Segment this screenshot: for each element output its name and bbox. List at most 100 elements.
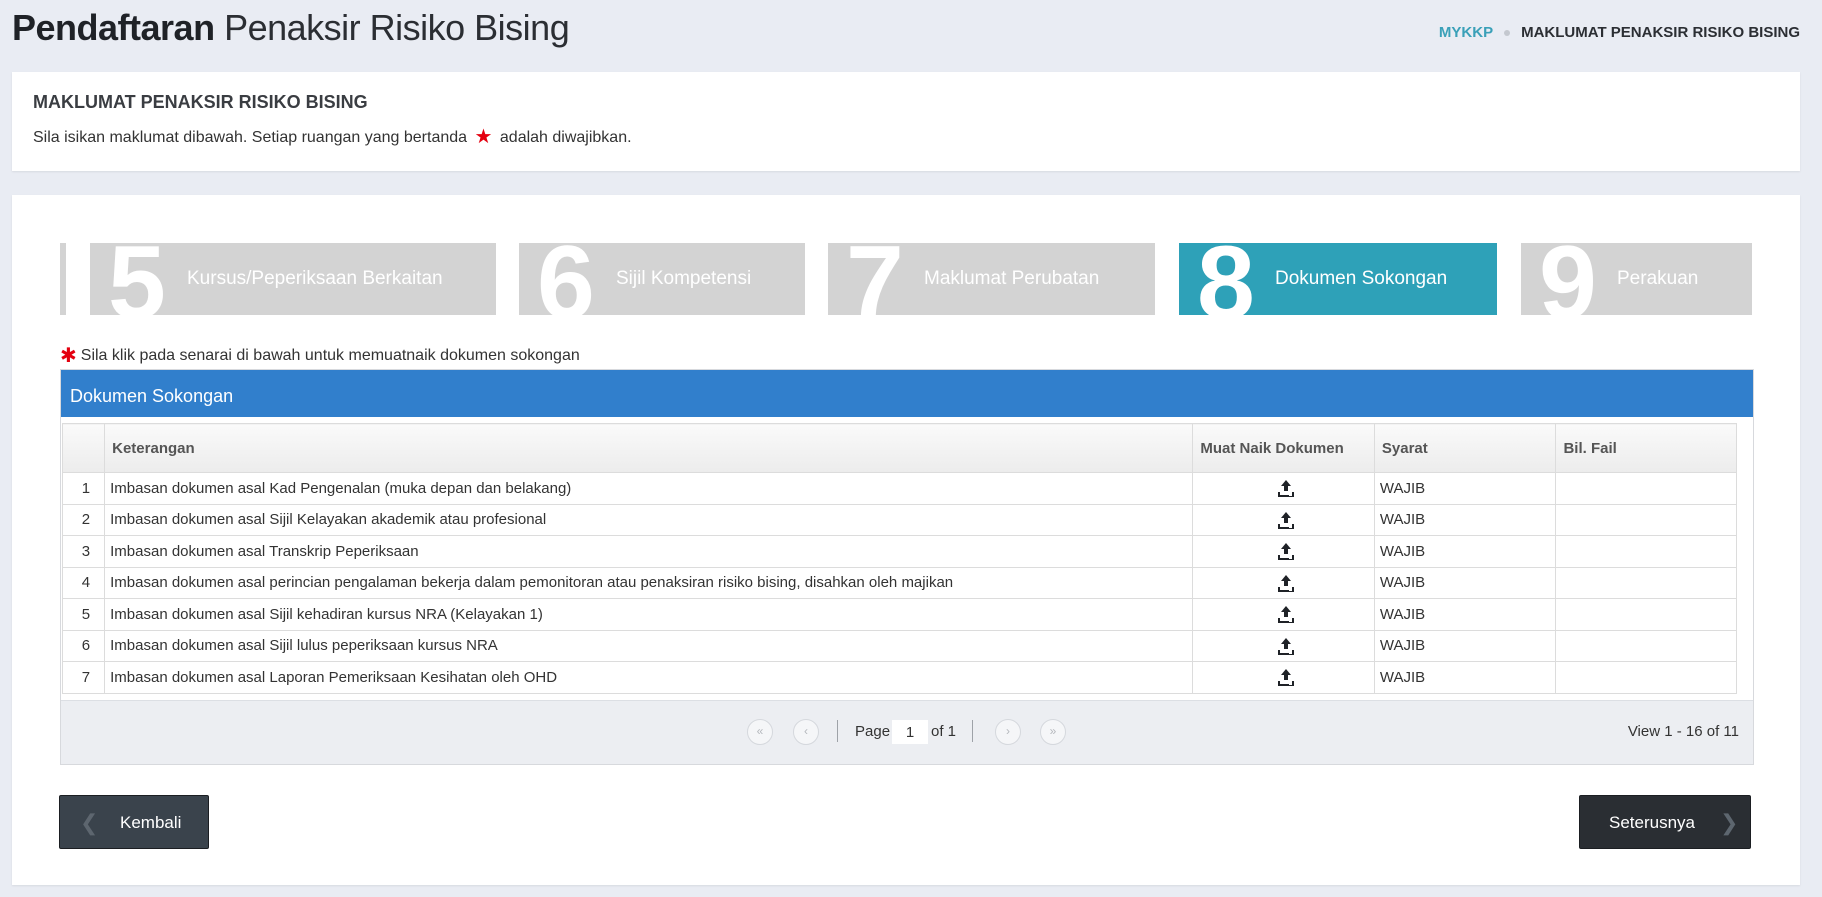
column-header-keterangan[interactable]: Keterangan — [104, 423, 1194, 473]
documents-grid: Dokumen Sokongan Keterangan Muat Naik Do… — [60, 369, 1754, 765]
next-button-label: Seterusnya — [1609, 813, 1695, 832]
row-syarat: WAJIB — [1373, 629, 1557, 662]
row-upload-cell[interactable] — [1192, 503, 1375, 536]
wizard-step-label: Maklumat Perubatan — [924, 268, 1100, 289]
wizard-step-previous-edge[interactable] — [60, 243, 66, 315]
wizard-step-6[interactable]: 6 Sijil Kompetensi — [519, 243, 805, 315]
column-header-upload[interactable]: Muat Naik Dokumen — [1192, 423, 1375, 473]
row-syarat: WAJIB — [1373, 598, 1557, 631]
row-upload-cell[interactable] — [1192, 629, 1375, 662]
wizard-step-number: 5 — [108, 243, 166, 315]
wizard-step-label: Perakuan — [1617, 268, 1699, 289]
upload-icon[interactable] — [1276, 510, 1296, 530]
upload-icon[interactable] — [1276, 541, 1296, 561]
wizard-step-7[interactable]: 7 Maklumat Perubatan — [828, 243, 1155, 315]
row-upload-cell[interactable] — [1192, 661, 1375, 694]
row-keterangan[interactable]: Imbasan dokumen asal Transkrip Peperiksa… — [104, 535, 1194, 568]
table-body: 1 Imbasan dokumen asal Kad Pengenalan (mu… — [61, 472, 1737, 694]
last-page-icon[interactable]: » — [1040, 719, 1066, 745]
upload-icon[interactable] — [1276, 573, 1296, 593]
upload-icon[interactable] — [1276, 636, 1296, 656]
row-keterangan[interactable]: Imbasan dokumen asal Kad Pengenalan (muk… — [104, 472, 1194, 505]
row-upload-cell[interactable] — [1192, 566, 1375, 599]
wizard-step-9[interactable]: 9 Perakuan — [1521, 243, 1752, 315]
row-bil-fail — [1555, 598, 1737, 631]
upload-note-text: Sila klik pada senarai di bawah untuk me… — [80, 347, 580, 364]
wizard-step-8[interactable]: 8 Dokumen Sokongan — [1179, 243, 1497, 315]
breadcrumb: MYKKP MAKLUMAT PENAKSIR RISIKO BISING — [1439, 24, 1800, 41]
row-upload-cell[interactable] — [1192, 598, 1375, 631]
wizard-steps: 5 Kursus/Peperiksaan Berkaitan 6 Sijil K… — [60, 243, 1764, 315]
wizard-step-label: Kursus/Peperiksaan Berkaitan — [187, 268, 443, 289]
info-title: MAKLUMAT PENAKSIR RISIKO BISING — [33, 92, 368, 112]
breadcrumb-home-link[interactable]: MYKKP — [1439, 24, 1493, 41]
row-upload-cell[interactable] — [1192, 535, 1375, 568]
table-row[interactable]: 2 Imbasan dokumen asal Sijil Kelayakan ak… — [61, 503, 1737, 536]
row-bil-fail — [1555, 503, 1737, 536]
pager-view-records: View 1 - 16 of 11 — [1627, 723, 1739, 740]
row-keterangan[interactable]: Imbasan dokumen asal Sijil lulus peperik… — [104, 629, 1194, 662]
row-number: 1 — [61, 472, 106, 505]
wizard-step-number: 6 — [537, 243, 595, 315]
required-asterisk-icon: ✱ — [60, 345, 77, 367]
row-bil-fail — [1555, 535, 1737, 568]
row-syarat: WAJIB — [1373, 661, 1557, 694]
wizard-step-label: Dokumen Sokongan — [1275, 268, 1448, 289]
upload-icon[interactable] — [1276, 667, 1296, 687]
table-header-row: Keterangan Muat Naik Dokumen Syarat Bil.… — [61, 423, 1737, 473]
pager-separator — [972, 720, 973, 742]
table-row[interactable]: 1 Imbasan dokumen asal Kad Pengenalan (mu… — [61, 472, 1737, 505]
wizard-step-label: Sijil Kompetensi — [616, 268, 752, 289]
table-row[interactable]: 5 Imbasan dokumen asal Sijil kehadiran ku… — [61, 598, 1737, 631]
column-header-bil-fail[interactable]: Bil. Fail — [1555, 423, 1737, 473]
row-keterangan[interactable]: Imbasan dokumen asal Sijil kehadiran kur… — [104, 598, 1194, 631]
pager-page-label: Page — [855, 723, 891, 740]
row-number: 7 — [61, 661, 106, 694]
breadcrumb-current: MAKLUMAT PENAKSIR RISIKO BISING — [1521, 24, 1800, 41]
row-keterangan[interactable]: Imbasan dokumen asal perincian pengalama… — [104, 566, 1194, 599]
documents-table: Keterangan Muat Naik Dokumen Syarat Bil.… — [61, 423, 1737, 694]
first-page-icon[interactable]: « — [747, 719, 773, 745]
column-header-syarat[interactable]: Syarat — [1373, 423, 1557, 473]
upload-icon[interactable] — [1276, 478, 1296, 498]
chevron-right-icon: ❯ — [1720, 810, 1739, 835]
page-title-light: Penaksir Risiko Bising — [224, 7, 570, 48]
upload-icon[interactable] — [1276, 604, 1296, 624]
required-star-icon: ★ — [474, 126, 493, 148]
page-title: Pendaftaran Penaksir Risiko Bising — [12, 6, 570, 50]
page-title-bold: Pendaftaran — [12, 7, 215, 48]
next-button[interactable]: Seterusnya ❯ — [1579, 795, 1751, 849]
row-number: 4 — [61, 566, 106, 599]
pager-of-label: of 1 — [931, 723, 957, 740]
grid-table-wrap: Keterangan Muat Naik Dokumen Syarat Bil.… — [61, 423, 1737, 694]
page-number-input[interactable] — [892, 720, 928, 744]
pager-separator — [837, 720, 838, 742]
wizard-step-number: 9 — [1539, 243, 1597, 315]
breadcrumb-separator — [1504, 29, 1511, 36]
chevron-left-icon: ❮ — [80, 810, 99, 835]
table-row[interactable]: 7 Imbasan dokumen asal Laporan Pemeriksaa… — [61, 661, 1737, 694]
row-bil-fail — [1555, 629, 1737, 662]
main-panel: 5 Kursus/Peperiksaan Berkaitan 6 Sijil K… — [12, 195, 1800, 885]
info-text-after: adalah diwajibkan. — [499, 129, 632, 146]
prev-page-icon[interactable]: ‹ — [793, 719, 819, 745]
table-row[interactable]: 4 Imbasan dokumen asal perincian pengalam… — [61, 566, 1737, 599]
wizard-step-5[interactable]: 5 Kursus/Peperiksaan Berkaitan — [90, 243, 496, 315]
row-keterangan[interactable]: Imbasan dokumen asal Sijil Kelayakan aka… — [104, 503, 1194, 536]
row-number: 2 — [61, 503, 106, 536]
table-row[interactable]: 3 Imbasan dokumen asal Transkrip Peperiks… — [61, 535, 1737, 568]
column-header-number[interactable] — [61, 423, 106, 473]
row-syarat: WAJIB — [1373, 535, 1557, 568]
table-row[interactable]: 6 Imbasan dokumen asal Sijil lulus peperi… — [61, 629, 1737, 662]
grid-pager: « ‹ Page of 1 › » View 1 - 16 of 11 — [61, 700, 1753, 764]
row-syarat: WAJIB — [1373, 503, 1557, 536]
back-button[interactable]: ❮ Kembali — [59, 795, 209, 849]
row-syarat: WAJIB — [1373, 566, 1557, 599]
info-panel: MAKLUMAT PENAKSIR RISIKO BISING Sila isi… — [12, 72, 1800, 171]
row-upload-cell[interactable] — [1192, 472, 1375, 505]
row-keterangan[interactable]: Imbasan dokumen asal Laporan Pemeriksaan… — [104, 661, 1194, 694]
row-bil-fail — [1555, 472, 1737, 505]
wizard-step-number: 8 — [1197, 243, 1255, 315]
next-page-icon[interactable]: › — [995, 719, 1021, 745]
row-bil-fail — [1555, 661, 1737, 694]
